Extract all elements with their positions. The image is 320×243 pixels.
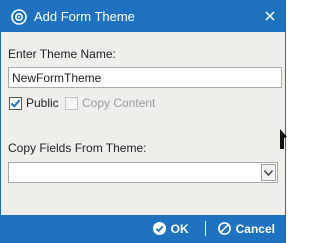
copy-fields-theme-select[interactable]	[8, 162, 278, 183]
dialog-title: Add Form Theme	[34, 9, 135, 24]
check-circle-icon	[152, 222, 166, 235]
resize-cursor-icon	[280, 129, 287, 149]
cancel-button[interactable]: Cancel	[217, 221, 275, 236]
theme-name-label: Enter Theme Name:	[8, 47, 116, 61]
dialog-titlebar: Add Form Theme	[1, 1, 285, 32]
public-checkbox-row[interactable]: Public	[9, 96, 59, 110]
cancel-label: Cancel	[235, 221, 275, 236]
ok-label: OK	[170, 221, 189, 236]
cancel-circle-icon	[217, 222, 231, 235]
copy-fields-label: Copy Fields From Theme:	[8, 141, 147, 155]
theme-settings-icon	[11, 8, 27, 25]
copy-content-checkbox-row: Copy Content	[65, 96, 155, 110]
dropdown-button[interactable]	[261, 164, 276, 181]
add-form-theme-dialog: Add Form Theme Enter Theme Name: Public …	[0, 0, 287, 243]
ok-button[interactable]: OK	[152, 221, 189, 236]
chevron-down-icon	[264, 169, 273, 176]
footer-divider	[204, 221, 206, 236]
theme-name-input[interactable]	[8, 67, 282, 88]
public-label: Public	[26, 96, 59, 110]
public-checkbox[interactable]	[9, 96, 22, 110]
close-button[interactable]	[261, 7, 279, 25]
copy-content-label: Copy Content	[82, 96, 156, 110]
dialog-footer: OK Cancel	[1, 215, 285, 242]
copy-content-checkbox	[65, 96, 78, 110]
close-icon	[265, 11, 275, 21]
checkmark-icon	[10, 99, 21, 108]
